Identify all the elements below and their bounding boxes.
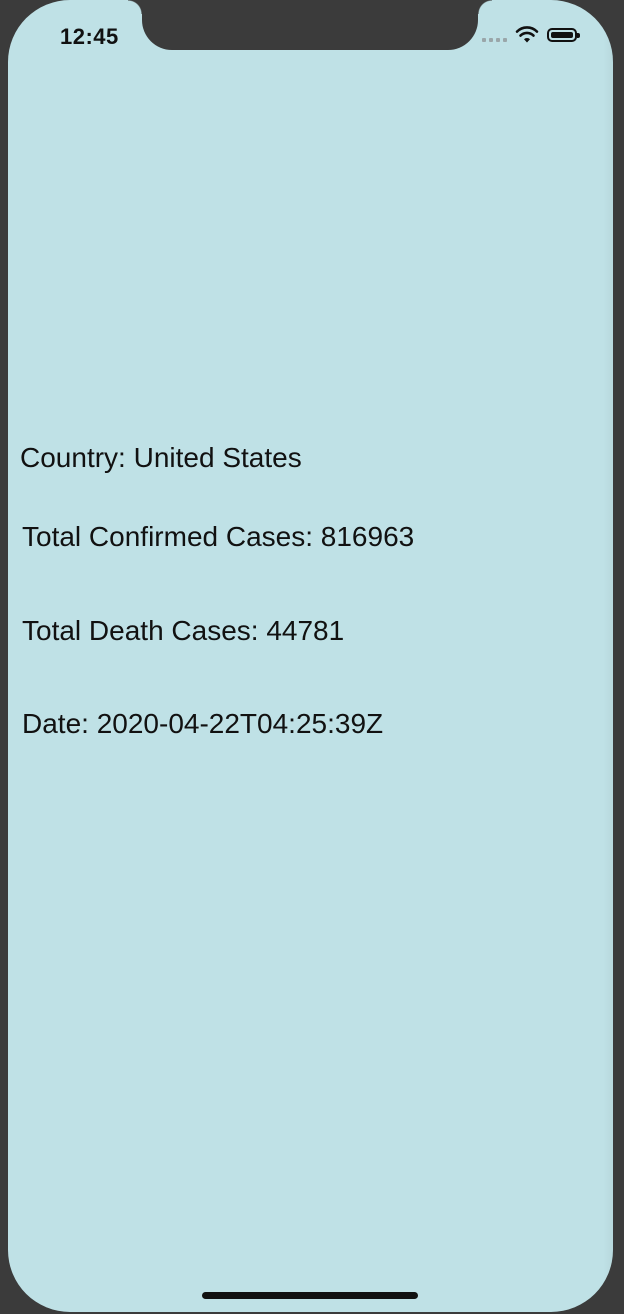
status-icons — [482, 26, 580, 44]
date-label: Date: 2020-04-22T04:25:39Z — [22, 708, 384, 739]
app-screen: 12:45 Country: United States Total Confi… — [8, 0, 613, 1312]
status-time: 12:45 — [60, 24, 119, 49]
country-label: Country: United States — [20, 442, 302, 473]
home-indicator[interactable] — [202, 1292, 418, 1299]
signal-icon — [482, 28, 507, 42]
device-frame: 12:45 Country: United States Total Confi… — [0, 0, 624, 1314]
confirmed-cases-label: Total Confirmed Cases: 816963 — [22, 521, 415, 552]
death-cases-label: Total Death Cases: 44781 — [22, 615, 345, 646]
wifi-icon — [515, 26, 539, 43]
device-notch — [128, 0, 492, 50]
battery-icon — [547, 28, 580, 42]
